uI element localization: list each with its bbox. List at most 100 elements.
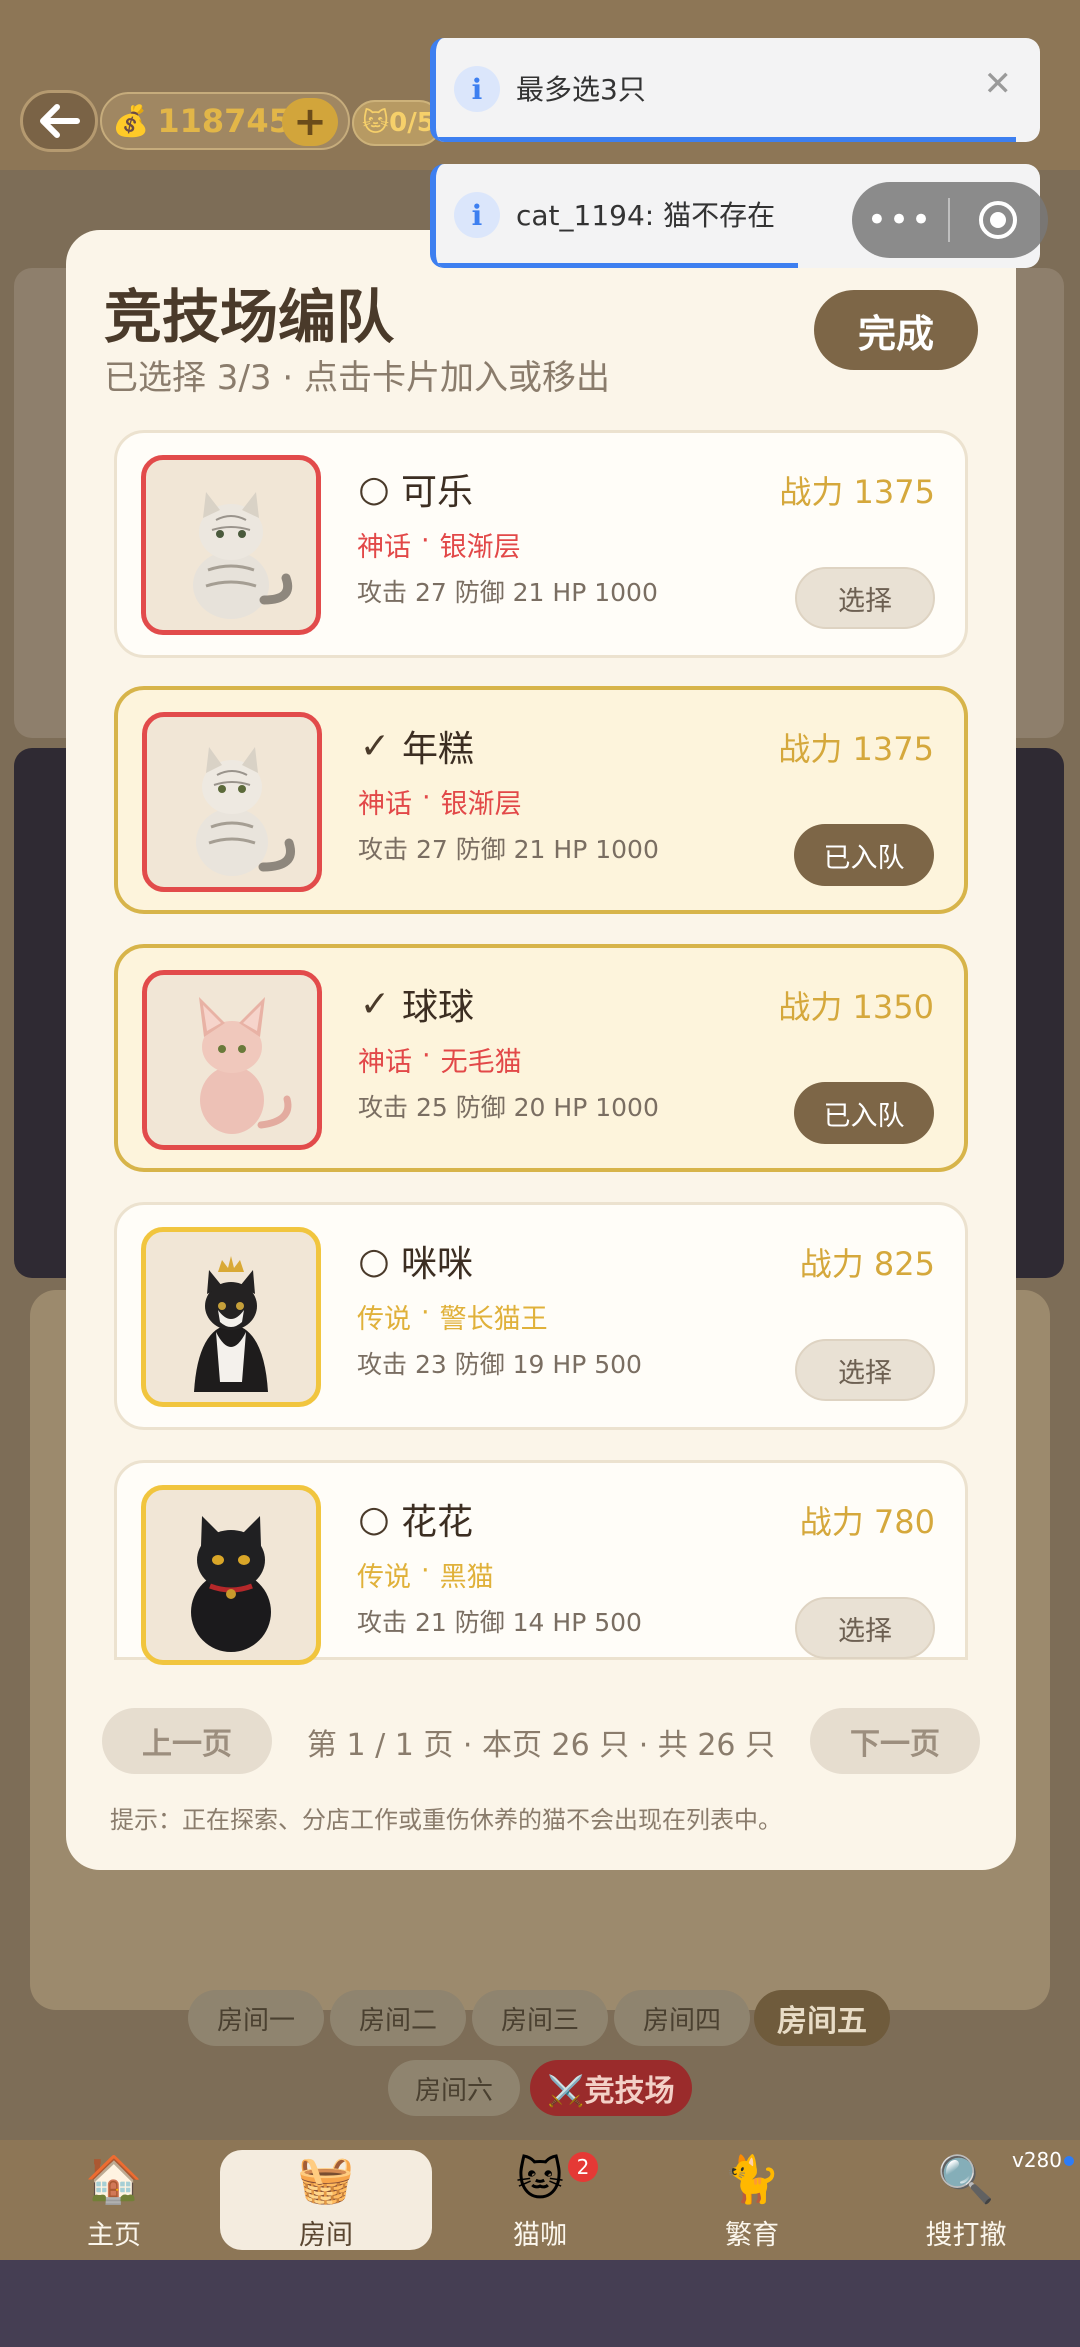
- room-tab-1[interactable]: 房间一: [188, 1990, 324, 2046]
- room-tab-6[interactable]: 房间六: [388, 2060, 520, 2116]
- nav-rooms[interactable]: 🧺 房间: [220, 2150, 432, 2251]
- cat-power: 战力 825: [799, 1245, 935, 1283]
- cat-card-qiuqiu[interactable]: ✓ 球球 战力 1350 神话 · 无毛猫 攻击 25 防御 20 HP 100…: [114, 944, 968, 1172]
- home-icon: 🏠: [85, 2151, 143, 2206]
- breed-label: 无毛猫: [440, 1047, 522, 1078]
- unselected-circle-icon: ○: [358, 1498, 390, 1540]
- money-bag-icon: 💰: [112, 103, 150, 139]
- cat-rarity: 神话 · 银渐层: [357, 525, 521, 564]
- room-tab-2[interactable]: 房间二: [330, 1990, 466, 2046]
- select-button[interactable]: 选择: [795, 1339, 935, 1401]
- rarity-separator: ·: [422, 1040, 431, 1071]
- room-tab-5[interactable]: 房间五: [754, 1990, 890, 2046]
- rarity-separator: ·: [421, 1297, 430, 1328]
- breed-label: 警长猫王: [439, 1304, 548, 1335]
- cat-name: 球球: [402, 987, 475, 1028]
- joined-button[interactable]: 已入队: [794, 1082, 934, 1144]
- nav-home[interactable]: 🏠 主页: [24, 2140, 204, 2260]
- close-icon[interactable]: ✕: [984, 64, 1013, 104]
- joined-button[interactable]: 已入队: [794, 824, 934, 886]
- room-tab-3[interactable]: 房间三: [472, 1990, 608, 2046]
- status-dot: [1064, 2156, 1074, 2166]
- more-icon[interactable]: •••: [852, 200, 948, 240]
- sphynx-cat-icon: [199, 997, 292, 1134]
- breed-label: 黑猫: [439, 1562, 494, 1593]
- cat-rarity: 神话 · 银渐层: [358, 782, 522, 821]
- cat-cafe-icon: 🐱: [516, 2151, 564, 2206]
- info-icon: i: [454, 192, 500, 238]
- cat-count-badge: 🐱0/5: [352, 100, 442, 146]
- rarity-label: 传说: [357, 1562, 411, 1593]
- room-tab-arena[interactable]: ⚔️竞技场: [530, 2060, 692, 2116]
- unselected-circle-icon: ○: [358, 468, 390, 510]
- cat-name-row: ✓ 球球: [358, 978, 474, 1030]
- done-button[interactable]: 完成: [814, 290, 978, 370]
- nav-label: 房间: [299, 2219, 353, 2251]
- rarity-separator: ·: [422, 782, 431, 813]
- black-cat-icon: [191, 1516, 271, 1652]
- cat-name: 花花: [401, 1502, 474, 1543]
- cat-rarity: 神话 · 无毛猫: [358, 1040, 522, 1079]
- checkmark-icon: ✓: [359, 725, 391, 767]
- cat-name-row: ○ 花花: [357, 1493, 473, 1545]
- cat-stats: 攻击 27 防御 21 HP 1000: [358, 835, 659, 864]
- cat-name: 咪咪: [401, 1244, 474, 1285]
- breeding-icon: 🐈: [723, 2151, 781, 2206]
- nav-label: 搜打撤: [925, 2219, 1007, 2251]
- page-info: 第 1 / 1 页 · 本页 26 只 · 共 26 只: [306, 1728, 776, 1763]
- silver-tabby-cat-icon: [193, 492, 293, 619]
- back-button[interactable]: [20, 90, 98, 152]
- breed-label: 银渐层: [440, 789, 522, 820]
- cat-power: 战力 1375: [778, 730, 934, 768]
- cat-portrait: [142, 970, 322, 1150]
- select-button[interactable]: 选择: [795, 1597, 935, 1659]
- add-coins-button[interactable]: +: [282, 98, 338, 146]
- cat-portrait: [142, 712, 322, 892]
- nav-breeding[interactable]: 🐈 繁育: [662, 2140, 842, 2260]
- nav-label: 猫咖: [513, 2219, 567, 2251]
- select-button[interactable]: 选择: [795, 567, 935, 629]
- toast-progress: [436, 137, 1016, 142]
- tuxedo-cat-king-icon: [194, 1256, 268, 1392]
- hint-text: 提示：正在探索、分店工作或重伤休养的猫不会出现在列表中。: [110, 1806, 782, 1834]
- cat-stats: 攻击 21 防御 14 HP 500: [357, 1608, 642, 1637]
- unselected-circle-icon: ○: [358, 1240, 390, 1282]
- cat-name: 可乐: [401, 472, 474, 513]
- cat-stats: 攻击 27 防御 21 HP 1000: [357, 578, 658, 607]
- cat-card-mimi[interactable]: ○ 咪咪 战力 825 传说 · 警长猫王 攻击 23 防御 19 HP 500…: [114, 1202, 968, 1430]
- pagination: 上一页 第 1 / 1 页 · 本页 26 只 · 共 26 只 下一页: [66, 1700, 1016, 1780]
- nav-label: 主页: [87, 2219, 141, 2251]
- cat-stats: 攻击 25 防御 20 HP 1000: [358, 1093, 659, 1122]
- system-bottom-bar: [0, 2260, 1080, 2347]
- toast-max-selection: i 最多选3只 ✕: [430, 38, 1040, 142]
- notification-badge: 2: [568, 2152, 598, 2182]
- arrow-left-icon: [40, 104, 80, 138]
- cat-name-row: ✓ 年糕: [358, 720, 474, 772]
- cat-portrait: [141, 1227, 321, 1407]
- room-tabs: 房间一 房间二 房间三 房间四 房间五 房间六 ⚔️竞技场: [0, 1990, 1080, 2130]
- cat-power: 战力 780: [799, 1503, 935, 1541]
- info-icon: i: [454, 66, 500, 112]
- rarity-separator: ·: [421, 1555, 430, 1586]
- cat-card-huahua[interactable]: ○ 花花 战力 780 传说 · 黑猫 攻击 21 防御 14 HP 500 选…: [114, 1460, 968, 1665]
- toast-progress: [436, 263, 799, 268]
- close-miniprogram-icon[interactable]: [950, 198, 1046, 242]
- rarity-label: 神话: [357, 532, 411, 563]
- cat-name-row: ○ 咪咪: [357, 1235, 473, 1287]
- cat-card-niangao[interactable]: ✓ 年糕 战力 1375 神话 · 银渐层 攻击 27 防御 21 HP 100…: [114, 686, 968, 914]
- version-label: v280: [1011, 2148, 1062, 2172]
- toast-text: 最多选3只: [516, 73, 646, 106]
- mini-program-capsule: •••: [852, 182, 1048, 258]
- search-icon: 🔍: [937, 2151, 995, 2206]
- cat-name: 年糕: [402, 729, 475, 770]
- next-page-button[interactable]: 下一页: [810, 1708, 980, 1774]
- rarity-label: 神话: [358, 789, 412, 820]
- nav-cat-cafe[interactable]: 🐱 猫咖 2: [450, 2140, 630, 2260]
- cat-portrait: [141, 1485, 321, 1665]
- cat-card-cola[interactable]: ○ 可乐 战力 1375 神话 · 银渐层 攻击 27 防御 21 HP 100…: [114, 430, 968, 658]
- rarity-label: 传说: [357, 1304, 411, 1335]
- silver-tabby-cat-icon: [196, 747, 295, 876]
- cat-portrait: [141, 455, 321, 635]
- cat-rarity: 传说 · 黑猫: [357, 1555, 494, 1594]
- room-tab-4[interactable]: 房间四: [614, 1990, 750, 2046]
